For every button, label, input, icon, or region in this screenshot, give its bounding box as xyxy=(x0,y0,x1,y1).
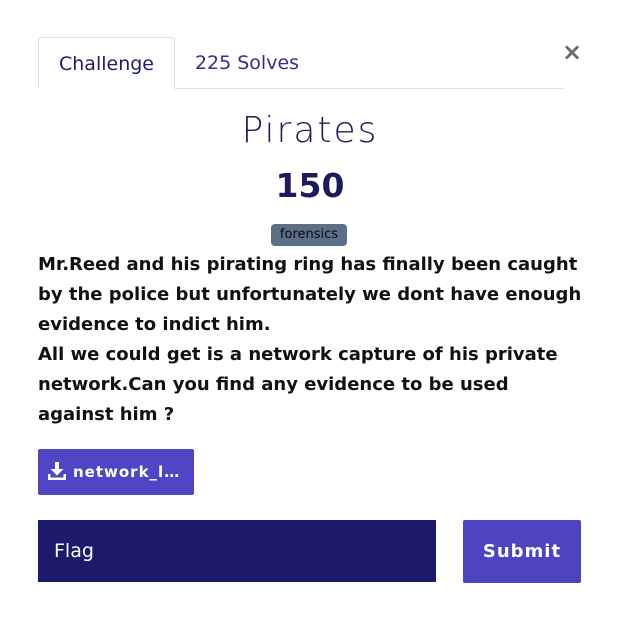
file-download-button[interactable]: network_lis… xyxy=(38,449,194,495)
category-badge: forensics xyxy=(271,224,347,246)
description-paragraph: All we could get is a network capture of… xyxy=(38,344,558,425)
challenge-description: Mr.Reed and his pirating ring has finall… xyxy=(38,250,586,430)
file-name: network_lis… xyxy=(73,463,181,481)
tab-bar: Challenge 225 Solves xyxy=(38,37,564,89)
challenge-points: 150 xyxy=(275,166,345,205)
tab-solves[interactable]: 225 Solves xyxy=(182,37,312,88)
challenge-title: Pirates xyxy=(241,110,379,151)
challenge-modal: Challenge 225 Solves × Pirates 150 foren… xyxy=(0,0,620,644)
tab-challenge[interactable]: Challenge xyxy=(38,37,175,89)
submit-button[interactable]: Submit xyxy=(463,520,581,583)
flag-input[interactable] xyxy=(38,520,436,582)
description-paragraph: Mr.Reed and his pirating ring has finall… xyxy=(38,254,582,335)
close-icon[interactable]: × xyxy=(560,40,584,64)
download-icon xyxy=(48,462,66,480)
